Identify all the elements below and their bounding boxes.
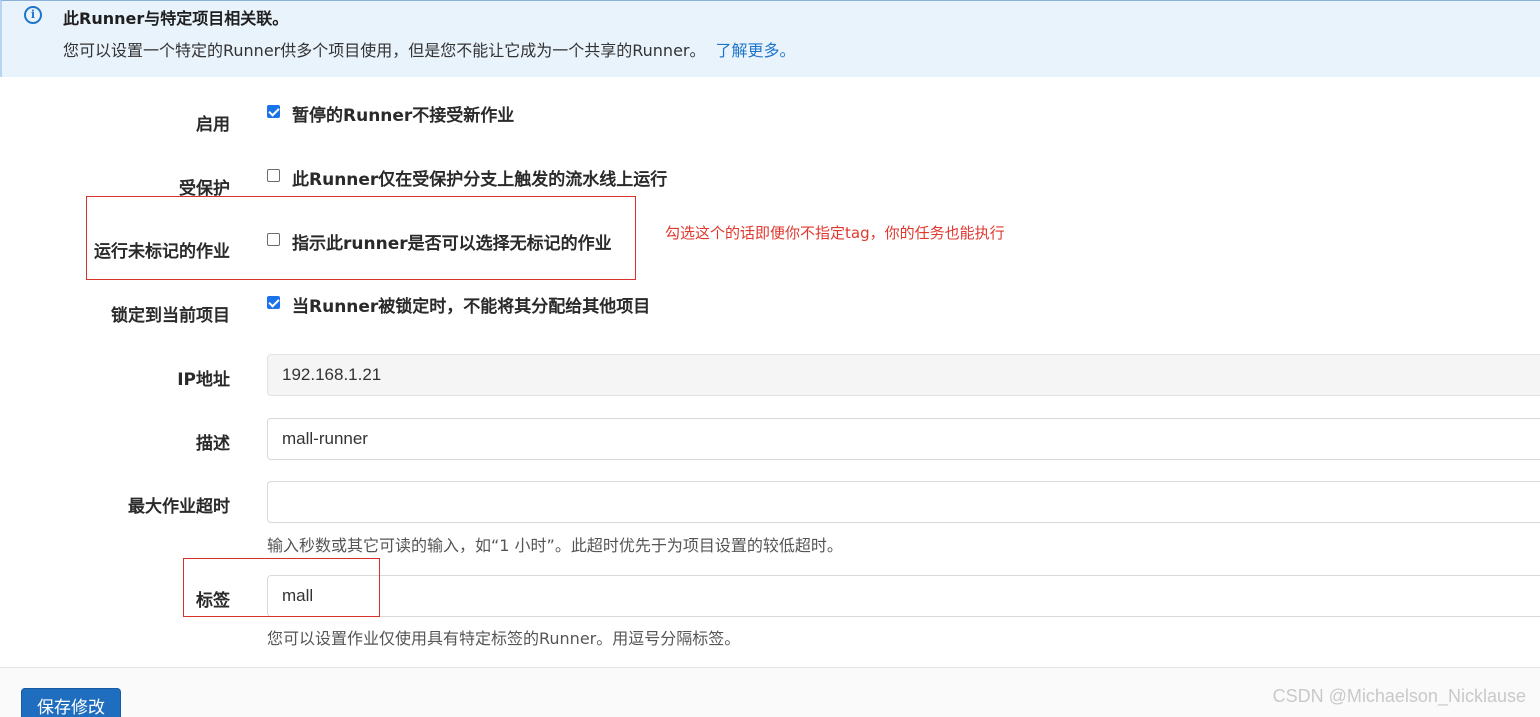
max-timeout-label: 最大作业超时 <box>128 497 230 517</box>
tags-help: 您可以设置作业仅使用具有特定标签的Runner。用逗号分隔标签。 <box>267 629 741 648</box>
locked-checkbox[interactable] <box>267 296 280 309</box>
runner-settings-page: i 此Runner与特定项目相关联。 您可以设置一个特定的Runner供多个项目… <box>0 0 1540 717</box>
max-timeout-field[interactable] <box>267 481 1540 523</box>
active-checkbox[interactable] <box>267 105 280 118</box>
description-label: 描述 <box>196 434 230 454</box>
banner-body: 您可以设置一个特定的Runner供多个项目使用，但是您不能让它成为一个共享的Ru… <box>63 37 796 61</box>
max-timeout-help: 输入秒数或其它可读的输入，如“1 小时”。此超时优先于为项目设置的较低超时。 <box>267 536 843 555</box>
annotation-box-untagged <box>86 196 636 280</box>
protected-checkbox[interactable] <box>267 169 280 182</box>
learn-more-link[interactable]: 了解更多。 <box>716 41 796 60</box>
active-checkbox-text: 暂停的Runner不接受新作业 <box>292 106 515 126</box>
ip-address-label: IP地址 <box>177 370 230 390</box>
active-label: 启用 <box>196 115 230 135</box>
info-icon: i <box>24 6 42 24</box>
banner-text: 您可以设置一个特定的Runner供多个项目使用，但是您不能让它成为一个共享的Ru… <box>63 41 706 60</box>
locked-checkbox-text: 当Runner被锁定时，不能将其分配给其他项目 <box>292 297 651 317</box>
tags-field[interactable]: mall <box>267 575 1540 617</box>
watermark: CSDN @Michaelson_Nicklause <box>1272 686 1526 706</box>
banner-title: 此Runner与特定项目相关联。 <box>63 9 289 28</box>
protected-checkbox-text: 此Runner仅在受保护分支上触发的流水线上运行 <box>292 170 668 190</box>
save-changes-button[interactable]: 保存修改 <box>21 688 121 717</box>
annotation-box-tags <box>183 558 380 617</box>
info-banner: i 此Runner与特定项目相关联。 您可以设置一个特定的Runner供多个项目… <box>0 0 1540 77</box>
description-field[interactable]: mall-runner <box>267 418 1540 460</box>
ip-address-field[interactable]: 192.168.1.21 <box>267 354 1540 396</box>
locked-label: 锁定到当前项目 <box>111 306 230 326</box>
annotation-note: 勾选这个的话即便你不指定tag，你的任务也能执行 <box>665 224 1005 242</box>
